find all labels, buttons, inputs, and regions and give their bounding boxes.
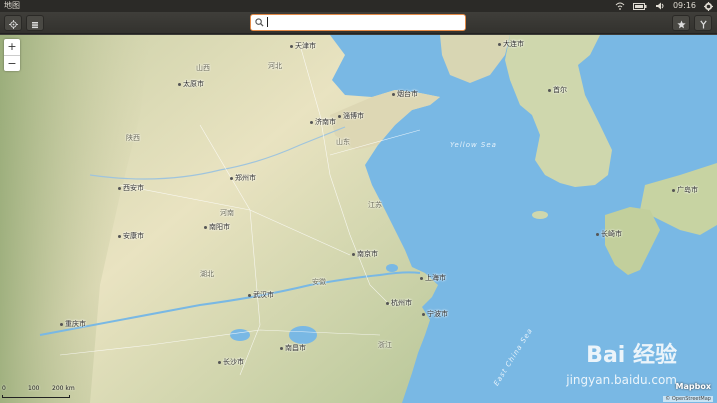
city-label: 淄博市: [338, 111, 364, 121]
city-label: 上海市: [420, 273, 446, 283]
gear-icon[interactable]: [704, 0, 713, 12]
city-label: 烟台市: [392, 89, 418, 99]
route-button[interactable]: [694, 15, 712, 31]
city-label: 武汉市: [248, 290, 274, 300]
route-icon: [699, 14, 708, 33]
city-label: 济南市: [310, 117, 336, 127]
city-label: 大连市: [498, 39, 524, 49]
map-toolbar: [0, 12, 717, 34]
city-label: 重庆市: [60, 319, 86, 329]
zoom-out-button[interactable]: −: [4, 55, 20, 71]
map-canvas[interactable]: Yellow Sea East China Sea 天津市 太原市 济南市 淄博…: [0, 35, 717, 403]
province-label: 河北: [268, 62, 282, 70]
city-label: 长崎市: [596, 229, 622, 239]
scale-line: [2, 395, 70, 398]
scale-bar: 0 100 200 km: [2, 385, 82, 399]
star-icon: [676, 14, 686, 33]
city-label: 郑州市: [230, 173, 256, 183]
layers-icon: [31, 14, 39, 33]
text-caret: [267, 16, 268, 27]
city-label: 广岛市: [672, 185, 698, 195]
city-label: 长沙市: [218, 357, 244, 367]
province-label: 陕西: [126, 134, 140, 142]
attribution-link[interactable]: © OpenStreetMap: [663, 396, 713, 402]
mapbox-logo[interactable]: Mapbox: [676, 382, 711, 391]
scale-mid: 100: [28, 385, 40, 392]
city-label: 杭州市: [386, 298, 412, 308]
zoom-in-button[interactable]: +: [4, 39, 20, 55]
wifi-icon[interactable]: [615, 0, 625, 12]
search-icon: [255, 18, 264, 33]
city-label: 天津市: [290, 41, 316, 51]
province-label: 浙江: [378, 341, 392, 349]
city-label: 安康市: [118, 231, 144, 241]
zoom-controls: + −: [4, 39, 20, 71]
top-panel: 地图 09:16: [0, 0, 717, 12]
watermark-url: jingyan.baidu.com: [566, 373, 677, 387]
province-label: 江苏: [368, 201, 382, 209]
favorites-button[interactable]: [672, 15, 690, 31]
clock-time[interactable]: 09:16: [673, 0, 696, 12]
sea-label-yellow: Yellow Sea: [450, 141, 497, 149]
scale-max: 200 km: [52, 385, 75, 392]
province-label: 湖北: [200, 270, 214, 278]
app-title: 地图: [4, 1, 20, 10]
volume-icon[interactable]: [655, 0, 665, 12]
city-label: 宁波市: [422, 309, 448, 319]
location-icon: [8, 14, 18, 33]
watermark-logo: Bai 经验: [586, 343, 677, 368]
city-label: 南昌市: [280, 343, 306, 353]
location-button[interactable]: [4, 15, 22, 31]
battery-icon[interactable]: [632, 0, 647, 12]
search-input[interactable]: [250, 14, 466, 31]
indicator-area: 09:16: [615, 0, 713, 12]
scale-zero: 0: [2, 385, 6, 392]
city-label: 西安市: [118, 183, 144, 193]
city-label: 太原市: [178, 79, 204, 89]
city-label: 南阳市: [204, 222, 230, 232]
province-label: 安徽: [312, 278, 326, 286]
city-label: 南京市: [352, 249, 378, 259]
province-label: 山东: [336, 138, 350, 146]
province-label: 河南: [220, 209, 234, 217]
layers-button[interactable]: [26, 15, 44, 31]
province-label: 山西: [196, 64, 210, 72]
city-label: 首尔: [548, 85, 567, 95]
